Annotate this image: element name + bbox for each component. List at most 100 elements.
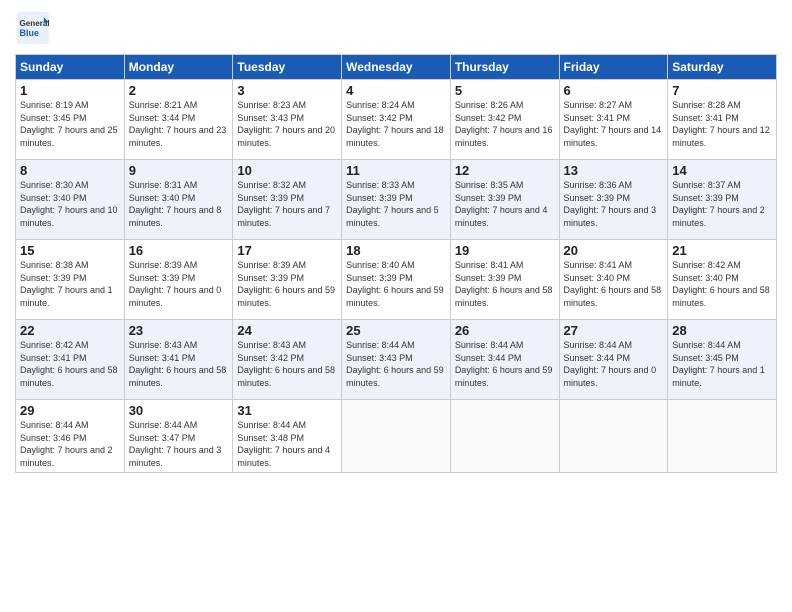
- day-number: 15: [20, 243, 120, 258]
- calendar-cell: 12Sunrise: 8:35 AMSunset: 3:39 PMDayligh…: [450, 160, 559, 240]
- day-number: 4: [346, 83, 446, 98]
- day-number: 16: [129, 243, 229, 258]
- day-number: 27: [564, 323, 664, 338]
- calendar-cell: 11Sunrise: 8:33 AMSunset: 3:39 PMDayligh…: [342, 160, 451, 240]
- calendar-cell: 2Sunrise: 8:21 AMSunset: 3:44 PMDaylight…: [124, 80, 233, 160]
- day-info: Sunrise: 8:44 AMSunset: 3:47 PMDaylight:…: [129, 419, 229, 469]
- calendar-cell: [559, 400, 668, 473]
- logo: General Blue: [15, 10, 55, 46]
- day-number: 14: [672, 163, 772, 178]
- day-info: Sunrise: 8:41 AMSunset: 3:40 PMDaylight:…: [564, 259, 664, 309]
- calendar-cell: 18Sunrise: 8:40 AMSunset: 3:39 PMDayligh…: [342, 240, 451, 320]
- day-info: Sunrise: 8:28 AMSunset: 3:41 PMDaylight:…: [672, 99, 772, 149]
- weekday-header: Wednesday: [342, 55, 451, 80]
- calendar-cell: [668, 400, 777, 473]
- weekday-header: Monday: [124, 55, 233, 80]
- calendar-cell: 10Sunrise: 8:32 AMSunset: 3:39 PMDayligh…: [233, 160, 342, 240]
- day-info: Sunrise: 8:35 AMSunset: 3:39 PMDaylight:…: [455, 179, 555, 229]
- day-number: 2: [129, 83, 229, 98]
- day-info: Sunrise: 8:27 AMSunset: 3:41 PMDaylight:…: [564, 99, 664, 149]
- day-number: 13: [564, 163, 664, 178]
- day-number: 6: [564, 83, 664, 98]
- day-info: Sunrise: 8:39 AMSunset: 3:39 PMDaylight:…: [129, 259, 229, 309]
- calendar-cell: 30Sunrise: 8:44 AMSunset: 3:47 PMDayligh…: [124, 400, 233, 473]
- day-info: Sunrise: 8:44 AMSunset: 3:45 PMDaylight:…: [672, 339, 772, 389]
- calendar-cell: 13Sunrise: 8:36 AMSunset: 3:39 PMDayligh…: [559, 160, 668, 240]
- day-number: 28: [672, 323, 772, 338]
- calendar-cell: 3Sunrise: 8:23 AMSunset: 3:43 PMDaylight…: [233, 80, 342, 160]
- calendar-cell: 16Sunrise: 8:39 AMSunset: 3:39 PMDayligh…: [124, 240, 233, 320]
- day-info: Sunrise: 8:44 AMSunset: 3:46 PMDaylight:…: [20, 419, 120, 469]
- calendar-cell: 20Sunrise: 8:41 AMSunset: 3:40 PMDayligh…: [559, 240, 668, 320]
- calendar-cell: 22Sunrise: 8:42 AMSunset: 3:41 PMDayligh…: [16, 320, 125, 400]
- svg-text:Blue: Blue: [20, 28, 40, 38]
- day-info: Sunrise: 8:19 AMSunset: 3:45 PMDaylight:…: [20, 99, 120, 149]
- day-info: Sunrise: 8:38 AMSunset: 3:39 PMDaylight:…: [20, 259, 120, 309]
- calendar-cell: 14Sunrise: 8:37 AMSunset: 3:39 PMDayligh…: [668, 160, 777, 240]
- calendar-cell: 26Sunrise: 8:44 AMSunset: 3:44 PMDayligh…: [450, 320, 559, 400]
- day-number: 9: [129, 163, 229, 178]
- weekday-header: Thursday: [450, 55, 559, 80]
- day-info: Sunrise: 8:43 AMSunset: 3:41 PMDaylight:…: [129, 339, 229, 389]
- calendar-cell: 9Sunrise: 8:31 AMSunset: 3:40 PMDaylight…: [124, 160, 233, 240]
- calendar-cell: 1Sunrise: 8:19 AMSunset: 3:45 PMDaylight…: [16, 80, 125, 160]
- day-info: Sunrise: 8:36 AMSunset: 3:39 PMDaylight:…: [564, 179, 664, 229]
- calendar-week-row: 8Sunrise: 8:30 AMSunset: 3:40 PMDaylight…: [16, 160, 777, 240]
- calendar-cell: 28Sunrise: 8:44 AMSunset: 3:45 PMDayligh…: [668, 320, 777, 400]
- day-info: Sunrise: 8:44 AMSunset: 3:44 PMDaylight:…: [564, 339, 664, 389]
- day-number: 23: [129, 323, 229, 338]
- day-info: Sunrise: 8:31 AMSunset: 3:40 PMDaylight:…: [129, 179, 229, 229]
- day-number: 10: [237, 163, 337, 178]
- weekday-header: Sunday: [16, 55, 125, 80]
- day-info: Sunrise: 8:37 AMSunset: 3:39 PMDaylight:…: [672, 179, 772, 229]
- day-number: 5: [455, 83, 555, 98]
- calendar-cell: 19Sunrise: 8:41 AMSunset: 3:39 PMDayligh…: [450, 240, 559, 320]
- weekday-header: Saturday: [668, 55, 777, 80]
- day-info: Sunrise: 8:44 AMSunset: 3:43 PMDaylight:…: [346, 339, 446, 389]
- calendar-cell: 24Sunrise: 8:43 AMSunset: 3:42 PMDayligh…: [233, 320, 342, 400]
- day-info: Sunrise: 8:43 AMSunset: 3:42 PMDaylight:…: [237, 339, 337, 389]
- header: General Blue: [15, 10, 777, 46]
- day-number: 29: [20, 403, 120, 418]
- calendar-cell: 27Sunrise: 8:44 AMSunset: 3:44 PMDayligh…: [559, 320, 668, 400]
- day-number: 17: [237, 243, 337, 258]
- calendar-week-row: 29Sunrise: 8:44 AMSunset: 3:46 PMDayligh…: [16, 400, 777, 473]
- day-number: 30: [129, 403, 229, 418]
- calendar-cell: 7Sunrise: 8:28 AMSunset: 3:41 PMDaylight…: [668, 80, 777, 160]
- weekday-header: Friday: [559, 55, 668, 80]
- day-info: Sunrise: 8:42 AMSunset: 3:41 PMDaylight:…: [20, 339, 120, 389]
- day-number: 20: [564, 243, 664, 258]
- page: General Blue SundayMondayTuesdayWednesda…: [0, 0, 792, 612]
- day-number: 19: [455, 243, 555, 258]
- day-info: Sunrise: 8:44 AMSunset: 3:48 PMDaylight:…: [237, 419, 337, 469]
- calendar-cell: [342, 400, 451, 473]
- calendar-week-row: 15Sunrise: 8:38 AMSunset: 3:39 PMDayligh…: [16, 240, 777, 320]
- calendar-week-row: 1Sunrise: 8:19 AMSunset: 3:45 PMDaylight…: [16, 80, 777, 160]
- calendar-cell: 6Sunrise: 8:27 AMSunset: 3:41 PMDaylight…: [559, 80, 668, 160]
- day-number: 8: [20, 163, 120, 178]
- day-number: 22: [20, 323, 120, 338]
- calendar-cell: 4Sunrise: 8:24 AMSunset: 3:42 PMDaylight…: [342, 80, 451, 160]
- day-info: Sunrise: 8:24 AMSunset: 3:42 PMDaylight:…: [346, 99, 446, 149]
- day-info: Sunrise: 8:39 AMSunset: 3:39 PMDaylight:…: [237, 259, 337, 309]
- calendar-week-row: 22Sunrise: 8:42 AMSunset: 3:41 PMDayligh…: [16, 320, 777, 400]
- day-info: Sunrise: 8:33 AMSunset: 3:39 PMDaylight:…: [346, 179, 446, 229]
- day-info: Sunrise: 8:32 AMSunset: 3:39 PMDaylight:…: [237, 179, 337, 229]
- calendar-cell: 21Sunrise: 8:42 AMSunset: 3:40 PMDayligh…: [668, 240, 777, 320]
- day-info: Sunrise: 8:42 AMSunset: 3:40 PMDaylight:…: [672, 259, 772, 309]
- day-info: Sunrise: 8:26 AMSunset: 3:42 PMDaylight:…: [455, 99, 555, 149]
- day-number: 1: [20, 83, 120, 98]
- calendar-cell: 25Sunrise: 8:44 AMSunset: 3:43 PMDayligh…: [342, 320, 451, 400]
- day-number: 11: [346, 163, 446, 178]
- day-number: 24: [237, 323, 337, 338]
- day-info: Sunrise: 8:21 AMSunset: 3:44 PMDaylight:…: [129, 99, 229, 149]
- day-info: Sunrise: 8:40 AMSunset: 3:39 PMDaylight:…: [346, 259, 446, 309]
- day-number: 12: [455, 163, 555, 178]
- calendar-cell: 23Sunrise: 8:43 AMSunset: 3:41 PMDayligh…: [124, 320, 233, 400]
- calendar-cell: [450, 400, 559, 473]
- calendar-header-row: SundayMondayTuesdayWednesdayThursdayFrid…: [16, 55, 777, 80]
- day-number: 7: [672, 83, 772, 98]
- day-info: Sunrise: 8:30 AMSunset: 3:40 PMDaylight:…: [20, 179, 120, 229]
- day-number: 25: [346, 323, 446, 338]
- calendar-table: SundayMondayTuesdayWednesdayThursdayFrid…: [15, 54, 777, 473]
